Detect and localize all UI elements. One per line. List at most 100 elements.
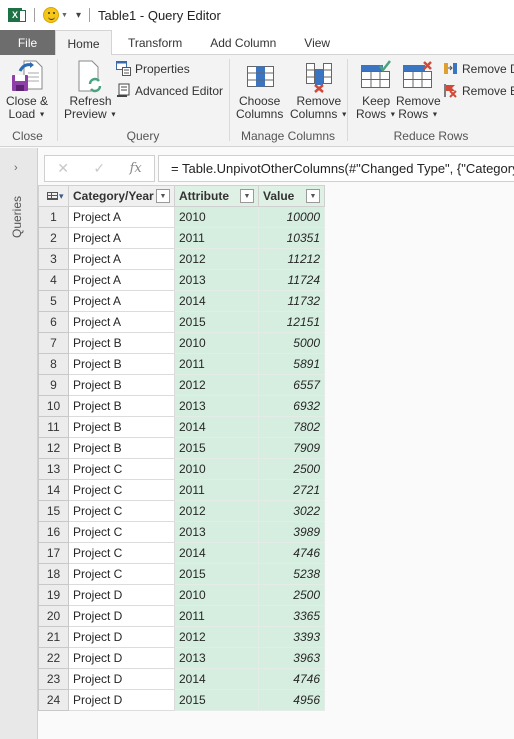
cell-category-year[interactable]: Project B xyxy=(68,437,175,459)
row-number[interactable]: 18 xyxy=(38,563,69,585)
cell-category-year[interactable]: Project C xyxy=(68,563,175,585)
table-row[interactable]: 22 Project D 2013 3963 xyxy=(38,647,325,669)
cell-category-year[interactable]: Project D xyxy=(68,647,175,669)
cell-value[interactable]: 7802 xyxy=(258,416,325,438)
chevron-down-icon[interactable]: ▼ xyxy=(61,12,68,19)
row-number[interactable]: 10 xyxy=(38,395,69,417)
cell-category-year[interactable]: Project B xyxy=(68,395,175,417)
cell-category-year[interactable]: Project D xyxy=(68,668,175,690)
row-number[interactable]: 21 xyxy=(38,626,69,648)
cell-category-year[interactable]: Project B xyxy=(68,332,175,354)
cell-attribute[interactable]: 2015 xyxy=(174,437,259,459)
cell-value[interactable]: 5891 xyxy=(258,353,325,375)
tab-file[interactable]: File xyxy=(0,30,55,55)
cell-value[interactable]: 5000 xyxy=(258,332,325,354)
smiley-feedback-icon[interactable] xyxy=(43,7,59,23)
cell-attribute[interactable]: 2013 xyxy=(174,521,259,543)
cell-attribute[interactable]: 2014 xyxy=(174,542,259,564)
cell-value[interactable]: 5238 xyxy=(258,563,325,585)
cell-value[interactable]: 12151 xyxy=(258,311,325,333)
table-row[interactable]: 8 Project B 2011 5891 xyxy=(38,353,325,375)
table-row[interactable]: 14 Project C 2011 2721 xyxy=(38,479,325,501)
cell-attribute[interactable]: 2011 xyxy=(174,227,259,249)
formula-input[interactable]: = Table.UnpivotOtherColumns(#"Changed Ty… xyxy=(158,155,514,182)
cell-value[interactable]: 3989 xyxy=(258,521,325,543)
row-number[interactable]: 17 xyxy=(38,542,69,564)
cell-category-year[interactable]: Project B xyxy=(68,374,175,396)
cell-attribute[interactable]: 2011 xyxy=(174,479,259,501)
cell-category-year[interactable]: Project C xyxy=(68,500,175,522)
cell-value[interactable]: 3963 xyxy=(258,647,325,669)
cell-category-year[interactable]: Project D xyxy=(68,689,175,711)
remove-errors-button[interactable]: Remove Errors xyxy=(443,83,514,98)
table-row[interactable]: 24 Project D 2015 4956 xyxy=(38,689,325,711)
cell-value[interactable]: 4746 xyxy=(258,542,325,564)
row-number[interactable]: 5 xyxy=(38,290,69,312)
table-row[interactable]: 1 Project A 2010 10000 xyxy=(38,206,325,228)
cell-value[interactable]: 11212 xyxy=(258,248,325,270)
cell-value[interactable]: 6932 xyxy=(258,395,325,417)
filter-dropdown-icon[interactable]: ▼ xyxy=(240,189,254,203)
cell-category-year[interactable]: Project A xyxy=(68,290,175,312)
row-number[interactable]: 8 xyxy=(38,353,69,375)
cell-attribute[interactable]: 2015 xyxy=(174,563,259,585)
row-number[interactable]: 16 xyxy=(38,521,69,543)
cell-value[interactable]: 2721 xyxy=(258,479,325,501)
filter-dropdown-icon[interactable]: ▼ xyxy=(156,189,170,203)
cell-category-year[interactable]: Project D xyxy=(68,605,175,627)
remove-duplicates-button[interactable]: Remove Duplicates xyxy=(443,61,514,76)
cell-attribute[interactable]: 2010 xyxy=(174,332,259,354)
row-number[interactable]: 11 xyxy=(38,416,69,438)
cell-attribute[interactable]: 2014 xyxy=(174,290,259,312)
refresh-preview-button[interactable]: Refresh Preview ▼ xyxy=(64,59,117,121)
row-number[interactable]: 15 xyxy=(38,500,69,522)
cell-value[interactable]: 3022 xyxy=(258,500,325,522)
table-row[interactable]: 4 Project A 2013 11724 xyxy=(38,269,325,291)
column-header-value[interactable]: Value ▼ xyxy=(258,185,325,207)
cell-category-year[interactable]: Project C xyxy=(68,542,175,564)
cell-category-year[interactable]: Project A xyxy=(68,227,175,249)
table-row[interactable]: 18 Project C 2015 5238 xyxy=(38,563,325,585)
table-row[interactable]: 16 Project C 2013 3989 xyxy=(38,521,325,543)
row-number[interactable]: 9 xyxy=(38,374,69,396)
table-row[interactable]: 12 Project B 2015 7909 xyxy=(38,437,325,459)
cell-category-year[interactable]: Project D xyxy=(68,626,175,648)
cell-category-year[interactable]: Project A xyxy=(68,248,175,270)
fx-icon[interactable]: fx xyxy=(130,161,142,176)
table-row[interactable]: 13 Project C 2010 2500 xyxy=(38,458,325,480)
row-number[interactable]: 20 xyxy=(38,605,69,627)
table-row[interactable]: 15 Project C 2012 3022 xyxy=(38,500,325,522)
cell-value[interactable]: 2500 xyxy=(258,584,325,606)
table-row[interactable]: 17 Project C 2014 4746 xyxy=(38,542,325,564)
cell-category-year[interactable]: Project B xyxy=(68,416,175,438)
cell-value[interactable]: 4956 xyxy=(258,689,325,711)
cell-value[interactable]: 10000 xyxy=(258,206,325,228)
cell-attribute[interactable]: 2013 xyxy=(174,647,259,669)
column-header-category-year[interactable]: Category/Year ▼ xyxy=(68,185,175,207)
cell-attribute[interactable]: 2012 xyxy=(174,248,259,270)
tab-view[interactable]: View xyxy=(290,30,344,55)
cell-value[interactable]: 10351 xyxy=(258,227,325,249)
table-row[interactable]: 23 Project D 2014 4746 xyxy=(38,668,325,690)
cell-attribute[interactable]: 2015 xyxy=(174,311,259,333)
queries-pane-label[interactable]: Queries xyxy=(10,188,28,238)
cell-attribute[interactable]: 2012 xyxy=(174,500,259,522)
table-row[interactable]: 5 Project A 2014 11732 xyxy=(38,290,325,312)
table-row[interactable]: 3 Project A 2012 11212 xyxy=(38,248,325,270)
row-number[interactable]: 3 xyxy=(38,248,69,270)
cell-attribute[interactable]: 2012 xyxy=(174,374,259,396)
cell-attribute[interactable]: 2011 xyxy=(174,353,259,375)
cell-category-year[interactable]: Project A xyxy=(68,269,175,291)
table-row[interactable]: 2 Project A 2011 10351 xyxy=(38,227,325,249)
properties-button[interactable]: Properties xyxy=(116,61,190,76)
row-number[interactable]: 24 xyxy=(38,689,69,711)
row-number[interactable]: 1 xyxy=(38,206,69,228)
cell-attribute[interactable]: 2010 xyxy=(174,584,259,606)
tab-add-column[interactable]: Add Column xyxy=(196,30,290,55)
cell-attribute[interactable]: 2013 xyxy=(174,269,259,291)
cell-category-year[interactable]: Project C xyxy=(68,458,175,480)
row-number[interactable]: 12 xyxy=(38,437,69,459)
close-load-button[interactable]: Close & Load ▼ xyxy=(6,59,48,121)
cell-value[interactable]: 6557 xyxy=(258,374,325,396)
cell-attribute[interactable]: 2010 xyxy=(174,458,259,480)
